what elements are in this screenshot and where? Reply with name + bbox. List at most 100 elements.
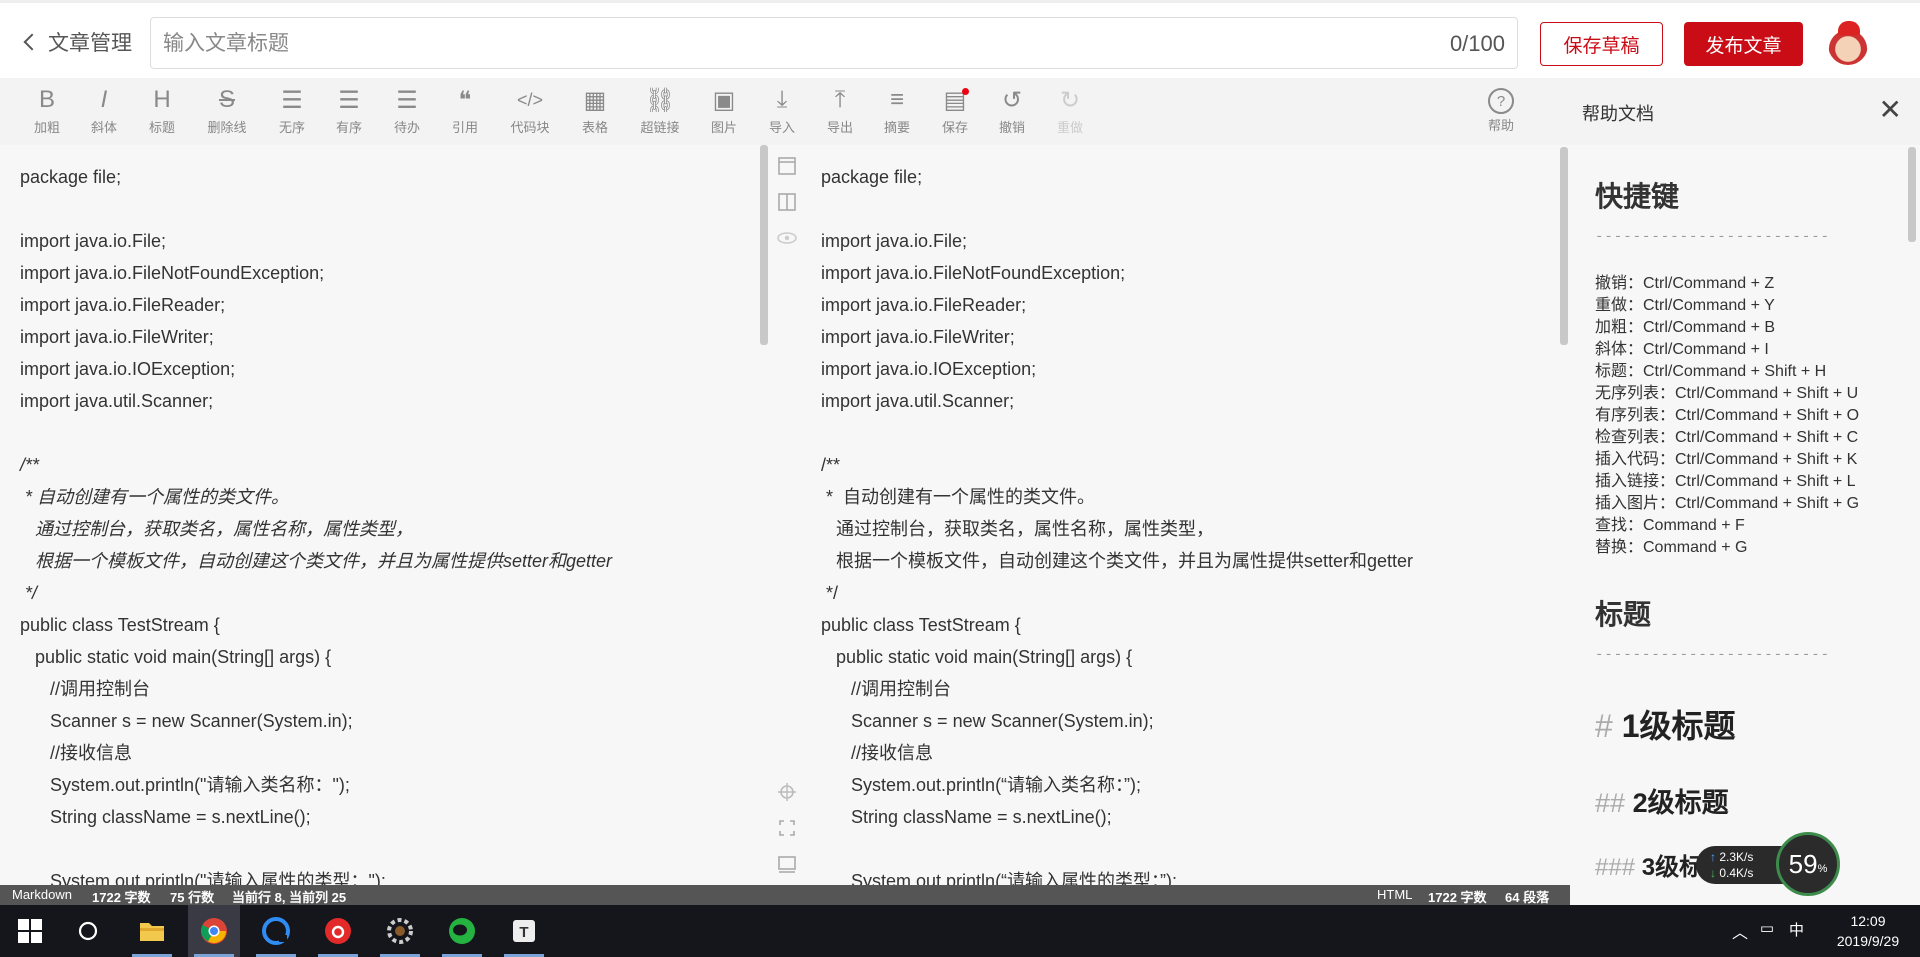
- markdown-editor[interactable]: package file; import java.io.File; impor…: [0, 145, 760, 885]
- link-button[interactable]: ⛓ 超链接: [635, 84, 685, 142]
- shortcut-item: 撤销：Ctrl/Command + Z: [1595, 275, 1775, 292]
- preview-line: Scanner s = new Scanner(System.in);: [821, 711, 1154, 731]
- help-button[interactable]: ? 帮助: [1476, 84, 1526, 142]
- cortana-search-button[interactable]: [62, 905, 114, 957]
- italic-button[interactable]: I 斜体: [79, 84, 129, 142]
- import-button[interactable]: ⤓ 导入: [757, 84, 807, 142]
- taskbar-file-explorer[interactable]: [126, 905, 178, 957]
- table-icon: ▦: [583, 86, 607, 114]
- preview-line: /**: [821, 455, 841, 475]
- status-paragraphs: 64 段落: [1505, 890, 1550, 905]
- close-icon[interactable]: ✕: [1879, 96, 1902, 124]
- upload-speed: ↑ 2.3K/s: [1710, 850, 1754, 864]
- taskbar-chrome[interactable]: [188, 905, 240, 957]
- shortcut-item: 检查列表：Ctrl/Command + Shift + C: [1595, 429, 1859, 446]
- taskbar-wechat[interactable]: [436, 905, 488, 957]
- help-panel-header: 帮助文档 ✕: [1570, 78, 1920, 146]
- preview-line: import java.io.FileReader;: [821, 295, 1027, 315]
- editor-line: 通过控制台，获取类名，属性名称，属性类型，: [20, 519, 414, 539]
- save-draft-button[interactable]: 保存草稿: [1540, 22, 1663, 66]
- network-speed-widget[interactable]: ↑ 2.3K/s ↓ 0.4K/s 59%: [1696, 832, 1842, 898]
- toc-icon[interactable]: [776, 853, 798, 875]
- preview-scrollbar[interactable]: [1560, 147, 1568, 345]
- preview-line: package file;: [821, 167, 923, 187]
- clock-date: 2019/9/29: [1836, 933, 1900, 949]
- undo-button[interactable]: ↺ 撤销: [987, 84, 1037, 142]
- help-icon: ?: [1488, 88, 1514, 114]
- back-to-article-management[interactable]: 文章管理: [23, 27, 132, 57]
- editor-line: System.out.println("请输入类名称：");: [20, 775, 350, 795]
- status-html-words: 1722 字数: [1428, 890, 1487, 905]
- redo-button[interactable]: ↻ 重做: [1045, 84, 1095, 142]
- quote-icon: ❝: [458, 86, 472, 114]
- tray-expand-icon[interactable]: ︿: [1732, 919, 1748, 943]
- preview-eye-icon[interactable]: [776, 227, 798, 249]
- image-button[interactable]: ▣ 图片: [699, 84, 749, 142]
- chevron-left-icon: [23, 33, 41, 51]
- download-speed: ↓ 0.4K/s: [1710, 866, 1754, 880]
- article-title-input[interactable]: [161, 26, 1345, 62]
- editor-line: package file;: [20, 167, 122, 187]
- status-mode: Markdown: [12, 887, 72, 902]
- export-button[interactable]: ⤒ 导出: [815, 84, 865, 142]
- shortcut-item: 替换：Command + G: [1595, 539, 1748, 556]
- heading-icon: H: [153, 86, 171, 113]
- code-block-button[interactable]: </> 代码块: [505, 84, 555, 142]
- taskbar-browser[interactable]: [250, 905, 302, 957]
- preview-line: //调用控制台: [821, 679, 952, 699]
- bold-button[interactable]: B 加粗: [22, 84, 72, 142]
- ime-indicator[interactable]: 中: [1789, 919, 1804, 940]
- taskbar-settings-app[interactable]: [374, 905, 426, 957]
- preview-line: import java.io.File;: [821, 231, 968, 251]
- summary-button[interactable]: ≡ 摘要: [872, 84, 922, 142]
- split-view-icon[interactable]: [776, 191, 798, 213]
- taskbar-typora[interactable]: T: [498, 905, 550, 957]
- strikethrough-button[interactable]: S 删除线: [202, 84, 252, 142]
- typora-icon: T: [513, 920, 535, 942]
- sync-scroll-icon[interactable]: [776, 781, 798, 803]
- editor-only-view-icon[interactable]: [776, 155, 798, 177]
- h3-hash: ###: [1595, 854, 1636, 881]
- unordered-list-button[interactable]: ☰ 无序: [267, 84, 317, 142]
- network-icon[interactable]: ▭: [1760, 919, 1774, 937]
- table-button[interactable]: ▦ 表格: [570, 84, 620, 142]
- link-label: 超链接: [640, 120, 680, 135]
- ordered-list-button[interactable]: ☰ 有序: [324, 84, 374, 142]
- help-scrollbar[interactable]: [1908, 147, 1916, 242]
- preview-line: import java.io.FileWriter;: [821, 327, 1015, 347]
- fullscreen-icon[interactable]: [776, 817, 798, 839]
- title-input-box: 0/100: [150, 17, 1518, 69]
- save-button[interactable]: ▤ 保存: [930, 84, 980, 142]
- shortcut-item: 查找：Command + F: [1595, 517, 1745, 534]
- preview-line: 通过控制台，获取类名，属性名称，属性类型，: [821, 519, 1215, 539]
- heading-button[interactable]: H 标题: [137, 84, 187, 142]
- wechat-icon: [449, 918, 475, 944]
- h1-text: 1级标题: [1621, 708, 1736, 744]
- shortcut-item: 斜体：Ctrl/Command + I: [1595, 341, 1769, 358]
- redo-icon: ↻: [1059, 86, 1081, 114]
- editor-scrollbar[interactable]: [760, 145, 768, 345]
- editor-line: Scanner s = new Scanner(System.in);: [20, 711, 353, 731]
- editor-content[interactable]: package file; import java.io.File; impor…: [20, 161, 612, 885]
- editor-line: public class TestStream {: [20, 615, 220, 635]
- todo-list-button[interactable]: ☰ 待办: [382, 84, 432, 142]
- bold-label: 加粗: [33, 120, 60, 135]
- quote-button[interactable]: ❝ 引用: [440, 84, 490, 142]
- editor-line: System.out.println("请输入属性的类型：");: [20, 871, 386, 885]
- preview-status-bar: HTML 1722 字数 64 段落: [768, 885, 1570, 905]
- top-bar: 文章管理 0/100 保存草稿 发布文章: [0, 0, 1920, 78]
- editor-line: public static void main(String[] args) {: [20, 647, 332, 667]
- back-label: 文章管理: [48, 32, 132, 55]
- summary-label: 摘要: [883, 120, 910, 135]
- todo-list-icon: ☰: [396, 86, 418, 114]
- unordered-list-icon: ☰: [281, 86, 303, 114]
- user-avatar[interactable]: [1828, 21, 1868, 65]
- taskbar-clock[interactable]: 12:09 2019/9/29: [1828, 911, 1908, 951]
- start-button[interactable]: [4, 905, 56, 957]
- browser-e-icon: [262, 917, 290, 945]
- publish-article-button[interactable]: 发布文章: [1684, 22, 1803, 66]
- taskbar-netease-music[interactable]: [312, 905, 364, 957]
- preview-content: package file; import java.io.File; impor…: [821, 161, 1413, 885]
- help-separator: -------------------------: [1595, 229, 1831, 245]
- code-block-icon: </>: [516, 89, 544, 110]
